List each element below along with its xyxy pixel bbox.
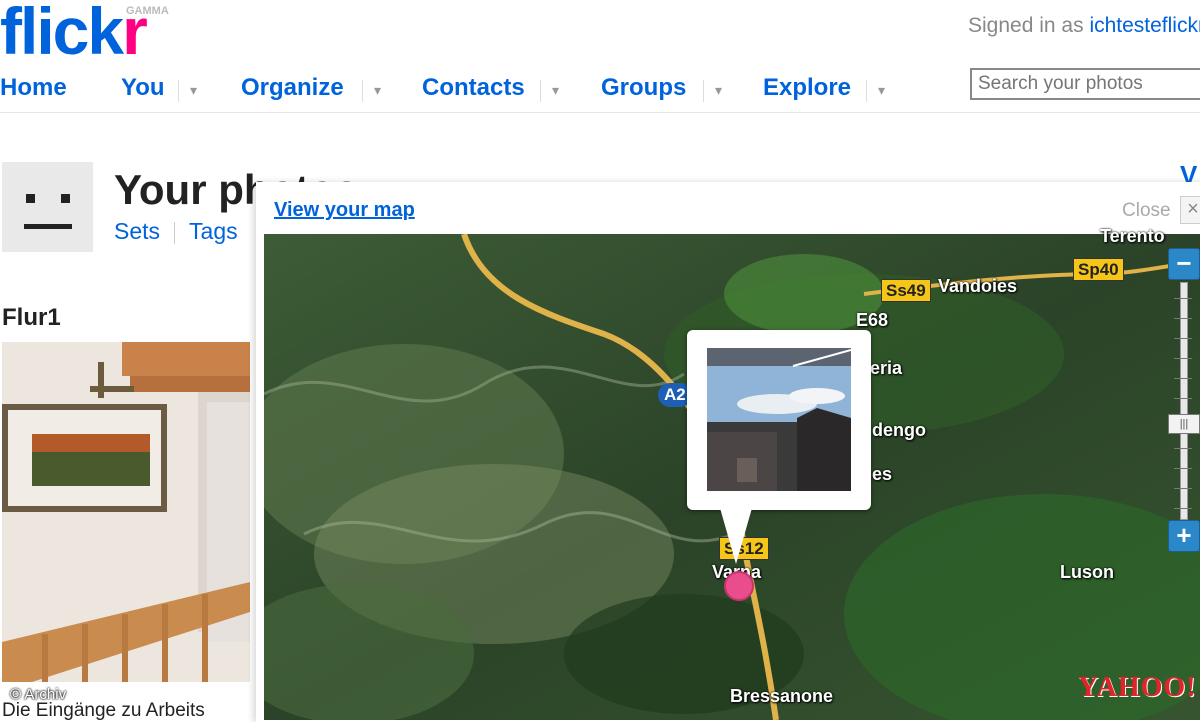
place-label: eria bbox=[870, 358, 903, 378]
nav-groups[interactable]: Groups bbox=[601, 74, 686, 102]
photo-title[interactable]: Flur1 bbox=[2, 304, 61, 332]
map-marker-pin[interactable] bbox=[724, 571, 754, 601]
place-label: dengo bbox=[872, 420, 926, 440]
place-label-vandoies: Vandoies bbox=[938, 276, 1018, 296]
nav-explore[interactable]: Explore bbox=[763, 74, 851, 102]
photo-caption: Die Eingänge zu Arbeits bbox=[2, 700, 205, 721]
avatar-eye bbox=[61, 194, 70, 203]
zoom-tick bbox=[1174, 298, 1192, 299]
popup-photo-thumbnail[interactable] bbox=[707, 348, 851, 491]
road-label-e68: E68 bbox=[856, 310, 889, 330]
zoom-slider-handle[interactable]: ||| bbox=[1168, 414, 1200, 434]
nav-divider bbox=[362, 80, 363, 102]
zoom-in-button[interactable]: + bbox=[1168, 520, 1200, 552]
zoom-tick bbox=[1174, 338, 1192, 339]
avatar-eye bbox=[26, 194, 35, 203]
road-shield-ss49: Ss49 bbox=[881, 279, 931, 302]
place-label-terento: Terento bbox=[1100, 226, 1165, 246]
subnav-divider bbox=[174, 221, 176, 244]
road-shield-sp40: Sp40 bbox=[1073, 258, 1124, 281]
chevron-down-icon[interactable]: ▾ bbox=[878, 82, 885, 99]
zoom-tick bbox=[1174, 318, 1192, 319]
logo-gamma-tag: GAMMA bbox=[126, 5, 169, 17]
nav-divider bbox=[703, 80, 704, 102]
chevron-down-icon[interactable]: ▾ bbox=[190, 82, 197, 99]
subnav-sets-link[interactable]: Sets bbox=[114, 218, 160, 244]
place-label: es bbox=[872, 464, 893, 484]
chevron-down-icon[interactable]: ▾ bbox=[552, 82, 559, 99]
zoom-tick bbox=[1174, 488, 1192, 489]
zoom-tick bbox=[1174, 358, 1192, 359]
nav-divider bbox=[540, 80, 541, 102]
search-input[interactable] bbox=[970, 68, 1200, 100]
photo-thumbnail[interactable] bbox=[2, 342, 250, 682]
place-label-bressanone: Bressanone bbox=[730, 686, 834, 706]
zoom-tick bbox=[1174, 378, 1192, 379]
avatar-mouth bbox=[24, 224, 72, 229]
nav-contacts[interactable]: Contacts bbox=[422, 74, 525, 102]
photo-image bbox=[2, 342, 250, 682]
nav-organize[interactable]: Organize bbox=[241, 74, 344, 102]
yahoo-maps-logo: YAHOO! bbox=[1078, 672, 1197, 703]
copyright-credit: © Archiv bbox=[10, 686, 67, 703]
place-label-luson: Luson bbox=[1060, 562, 1114, 582]
zoom-tick bbox=[1174, 448, 1192, 449]
signed-in-status: Signed in as ichtesteflickr bbox=[968, 14, 1200, 38]
nav-you[interactable]: You bbox=[121, 74, 165, 102]
header-divider bbox=[0, 112, 1200, 113]
zoom-tick bbox=[1174, 468, 1192, 469]
zoom-tick bbox=[1174, 398, 1192, 399]
close-label[interactable]: Close bbox=[1122, 200, 1171, 222]
logo-text: flick bbox=[0, 0, 124, 68]
popup-photo-image bbox=[707, 348, 851, 491]
buddy-icon-avatar[interactable] bbox=[2, 162, 93, 252]
chevron-down-icon[interactable]: ▾ bbox=[374, 82, 381, 99]
zoom-out-button[interactable]: − bbox=[1168, 248, 1200, 280]
flickr-logo[interactable]: flickr GAMMA bbox=[0, 0, 169, 64]
map-zoom-control[interactable]: − ||| + bbox=[1168, 248, 1200, 552]
photo-map-popup[interactable] bbox=[687, 330, 871, 510]
nav-divider bbox=[866, 80, 867, 102]
chevron-down-icon[interactable]: ▾ bbox=[715, 82, 722, 99]
close-icon[interactable]: × bbox=[1180, 196, 1200, 224]
popup-pointer bbox=[720, 508, 752, 564]
nav-home[interactable]: Home bbox=[0, 74, 67, 102]
nav-divider bbox=[178, 80, 179, 102]
signed-in-user-link[interactable]: ichtesteflickr bbox=[1089, 14, 1200, 37]
zoom-tick bbox=[1174, 508, 1192, 509]
signed-in-label: Signed in as bbox=[968, 14, 1084, 37]
photos-subnav: Sets Tags bbox=[114, 218, 238, 245]
subnav-tags-link[interactable]: Tags bbox=[189, 218, 238, 244]
view-your-map-link[interactable]: View your map bbox=[274, 199, 415, 222]
